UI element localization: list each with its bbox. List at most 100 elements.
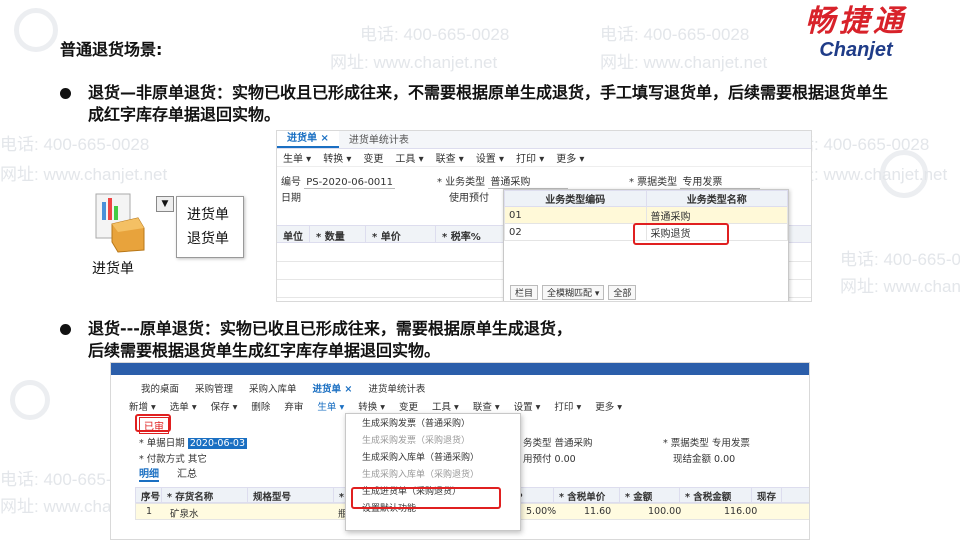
date-label: 日期	[281, 193, 301, 204]
nav-tabs: 我的桌面 采购管理 采购入库单 进货单 × 进货单统计表	[141, 381, 425, 395]
popup-footer: 栏目 全模糊匹配 ▾ 全部	[510, 285, 637, 300]
nav-purchase-inbound[interactable]: 采购入库单	[249, 381, 297, 395]
biz-type-field[interactable]: 普通采购	[555, 438, 593, 449]
invoice-type-row: * 票据类型 专用发票	[629, 173, 761, 189]
fuzzy-match-select[interactable]: 全模糊匹配 ▾	[542, 285, 605, 300]
tab-detail[interactable]: 明细	[139, 465, 159, 482]
prepay-label: 用预付	[523, 454, 552, 465]
row-tax-amount: 116.00	[724, 506, 758, 517]
watermark-site: 网址: www.chanjet.net	[0, 165, 168, 184]
watermark-site: 网址: www.chanjet.net	[600, 53, 768, 72]
menu-item-inbound-return[interactable]: 生成采购入库单（采购退货）	[346, 467, 520, 484]
col-no: 序号	[136, 488, 162, 503]
row-name: 普通采购	[645, 206, 788, 224]
tab-summary[interactable]: 汇总	[177, 465, 197, 482]
invoice-type-field[interactable]: 专用发票	[680, 173, 761, 189]
nav-receipt-stats[interactable]: 进货单统计表	[368, 381, 425, 395]
menu-item-invoice-return[interactable]: 生成采购发票（采购退货）	[346, 433, 520, 450]
toolbar-select[interactable]: 选单 ▾	[170, 399, 197, 413]
toolbar-tools[interactable]: 工具 ▾	[432, 399, 459, 413]
toolbar-change[interactable]: 变更	[399, 399, 418, 413]
toolbar-print[interactable]: 打印 ▾	[554, 399, 581, 413]
document-type-menu: 进货单 退货单	[176, 196, 244, 258]
purchase-receipt-icon[interactable]	[92, 190, 148, 254]
toolbar-generate[interactable]: 生单 ▾	[283, 150, 311, 165]
menu-item-return[interactable]: 退货单	[187, 227, 243, 251]
col-unit: 单位	[277, 226, 310, 243]
toolbar-convert[interactable]: 转换 ▾	[323, 150, 351, 165]
toolbar-unapprove[interactable]: 弃审	[284, 399, 303, 413]
watermark-site: 网址: www.chanjet.net	[840, 277, 960, 296]
toolbar-print[interactable]: 打印 ▾	[516, 150, 544, 165]
toolbar-change[interactable]: 变更	[363, 150, 383, 165]
tab-receipt-stats[interactable]: 进货单统计表	[339, 131, 419, 148]
columns-button[interactable]: 栏目	[510, 285, 539, 300]
row-code: 02	[504, 223, 647, 241]
bullet-text: 退货—非原单退货：实物已收且已形成往来，不需要根据原单生成退货，手工填写退货单，…	[88, 83, 889, 124]
use-prepay-label: 使用预付	[449, 193, 489, 204]
toolbar-query[interactable]: 联查 ▾	[473, 399, 500, 413]
doc-date-row: * 单据日期 2020-06-03	[139, 435, 248, 449]
invoice-label: * 票据类型	[663, 438, 709, 449]
toolbar-tools[interactable]: 工具 ▾	[395, 150, 423, 165]
pay-method-field[interactable]: 其它	[188, 454, 207, 465]
col-stock: 现存	[752, 488, 783, 503]
icon-label: 进货单	[92, 261, 134, 277]
col-spec: 规格型号	[248, 488, 334, 503]
toolbar-generate[interactable]: 生单 ▾	[317, 399, 344, 413]
cash-field[interactable]: 0.00	[714, 454, 735, 465]
nav-receipt[interactable]: 进货单 ×	[313, 381, 353, 395]
toolbar-settings[interactable]: 设置 ▾	[514, 399, 541, 413]
prepay-field[interactable]: 0.00	[555, 454, 576, 465]
page-title: 普通退货场景:	[60, 40, 163, 59]
row-code: 01	[504, 206, 647, 224]
biz-type-row: 务类型 普通采购	[523, 435, 593, 449]
pay-method-label: * 付款方式	[139, 454, 185, 465]
menu-item-inbound-normal[interactable]: 生成采购入库单（普通采购）	[346, 450, 520, 467]
col-qty: * 数量	[310, 226, 366, 243]
background-decor-icon	[10, 380, 50, 420]
toolbar-query[interactable]: 联查 ▾	[436, 150, 464, 165]
doc-no-field[interactable]: PS-2020-06-0011	[304, 177, 396, 189]
col-item-name: * 存货名称	[162, 488, 248, 503]
doc-no-label: 编号	[281, 177, 301, 188]
all-button[interactable]: 全部	[608, 285, 637, 300]
chanjet-logo: 畅捷通 Chanjet	[776, 4, 936, 60]
app-top-bar	[111, 363, 809, 375]
nav-purchase-mgmt[interactable]: 采购管理	[195, 381, 233, 395]
toolbar-more[interactable]: 更多 ▾	[556, 150, 584, 165]
menu-item-receipt[interactable]: 进货单	[187, 203, 243, 227]
row-no: 1	[146, 506, 153, 517]
toolbar-save[interactable]: 保存 ▾	[211, 399, 238, 413]
tab-receipt[interactable]: 进货单 ×	[277, 131, 339, 148]
doc-date-field[interactable]: 2020-06-03	[187, 438, 248, 449]
biz-type-field[interactable]: 普通采购	[488, 173, 569, 189]
invoice-row: * 票据类型 专用发票	[663, 435, 750, 449]
nav-desktop[interactable]: 我的桌面	[141, 381, 179, 395]
tab-bar: 进货单 × 进货单统计表	[277, 131, 811, 149]
biz-type-label: 务类型	[523, 438, 552, 449]
doc-no-row: 编号 PS-2020-06-0011	[281, 173, 396, 189]
toolbar-more[interactable]: 更多 ▾	[595, 399, 622, 413]
col-amount: * 金额	[620, 488, 680, 503]
bullet-text: 退货---原单退货：实物已收且已形成往来，需要根据原单生成退货， 后续需要根据退…	[88, 318, 900, 362]
toolbar: 生单 ▾ 转换 ▾ 变更 工具 ▾ 联查 ▾ 设置 ▾ 打印 ▾ 更多 ▾	[277, 149, 811, 167]
toolbar-new[interactable]: 新增 ▾	[129, 399, 156, 413]
toolbar-convert[interactable]: 转换 ▾	[358, 399, 385, 413]
screenshot-manual-return: 进货单 × 进货单统计表 生单 ▾ 转换 ▾ 变更 工具 ▾ 联查 ▾ 设置 ▾…	[276, 130, 812, 302]
menu-item-invoice-normal[interactable]: 生成采购发票（普通采购）	[346, 416, 520, 433]
dropdown-arrow-button[interactable]: ▼	[156, 196, 174, 212]
cash-label: 现结金额	[673, 454, 712, 465]
col-tax-price: * 含税单价	[554, 488, 620, 503]
bullet-dot-icon	[60, 324, 71, 335]
watermark-phone: 电话: 400-665-0028	[0, 135, 150, 154]
invoice-type-label: * 票据类型	[629, 177, 678, 188]
toolbar-settings[interactable]: 设置 ▾	[476, 150, 504, 165]
background-decor-icon	[14, 8, 58, 52]
highlight-status	[135, 414, 171, 432]
detail-tabs: 明细 汇总	[139, 465, 197, 482]
highlight-return-option	[633, 223, 729, 245]
invoice-field[interactable]: 专用发票	[712, 438, 750, 449]
toolbar-delete[interactable]: 删除	[251, 399, 270, 413]
table-row[interactable]: 01 普通采购	[504, 206, 788, 224]
